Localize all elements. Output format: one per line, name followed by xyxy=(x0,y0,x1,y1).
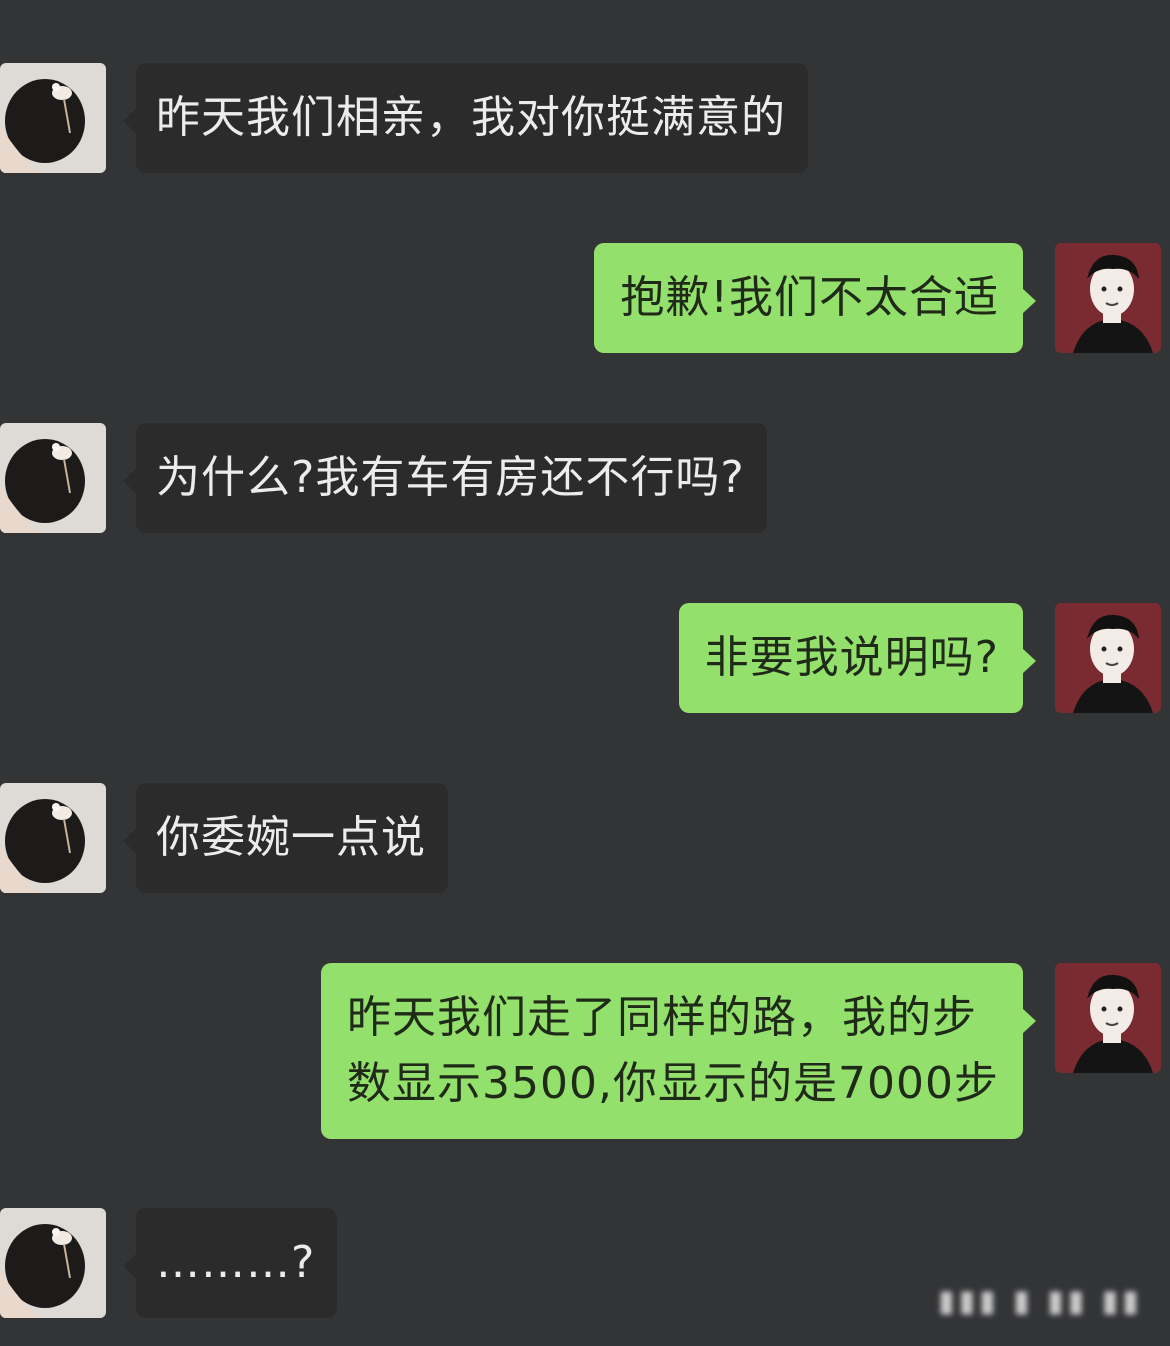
male-avatar-icon[interactable] xyxy=(1055,963,1161,1073)
blurred-watermark: ▮▮▮ ▮ ▮▮ ▮▮ xyxy=(938,1284,1143,1319)
message-text-line: 数显示3500,你显示的是7000步 xyxy=(347,1058,999,1109)
message-bubble-incoming[interactable]: 你委婉一点说 xyxy=(123,783,448,893)
message-bubble-outgoing[interactable]: 抱歉!我们不太合适 xyxy=(594,243,1036,353)
message-text: 为什么?我有车有房还不行吗? xyxy=(156,452,745,503)
message-text: ………? xyxy=(156,1237,316,1288)
chat-window: 昨天我们相亲，我对你挺满意的 抱歉!我们不太合适 为什么?我有车有房还不行吗? xyxy=(0,0,1170,1346)
message-text: 非要我说明吗? xyxy=(704,632,999,683)
message-bubble-outgoing[interactable]: 非要我说明吗? xyxy=(678,603,1037,713)
female-avatar-icon[interactable] xyxy=(0,423,106,533)
female-avatar-icon[interactable] xyxy=(0,63,106,173)
message-bubble-incoming[interactable]: ………? xyxy=(122,1208,338,1318)
message-text: 昨天我们相亲，我对你挺满意的 xyxy=(156,92,786,143)
message-text-line: 昨天我们走了同样的路，我的步 xyxy=(347,992,978,1043)
female-avatar-icon[interactable] xyxy=(0,783,106,893)
male-avatar-icon[interactable] xyxy=(1055,243,1161,353)
message-bubble-incoming[interactable]: 昨天我们相亲，我对你挺满意的 xyxy=(123,63,808,173)
message-bubble-incoming[interactable]: 为什么?我有车有房还不行吗? xyxy=(123,423,767,533)
message-text: 你委婉一点说 xyxy=(156,812,426,863)
message-bubble-outgoing[interactable]: 昨天我们走了同样的路，我的步 数显示3500,你显示的是7000步 xyxy=(321,963,1036,1139)
male-avatar-icon[interactable] xyxy=(1055,603,1161,713)
message-text: 抱歉!我们不太合适 xyxy=(620,272,999,323)
female-avatar-icon[interactable] xyxy=(0,1208,106,1318)
